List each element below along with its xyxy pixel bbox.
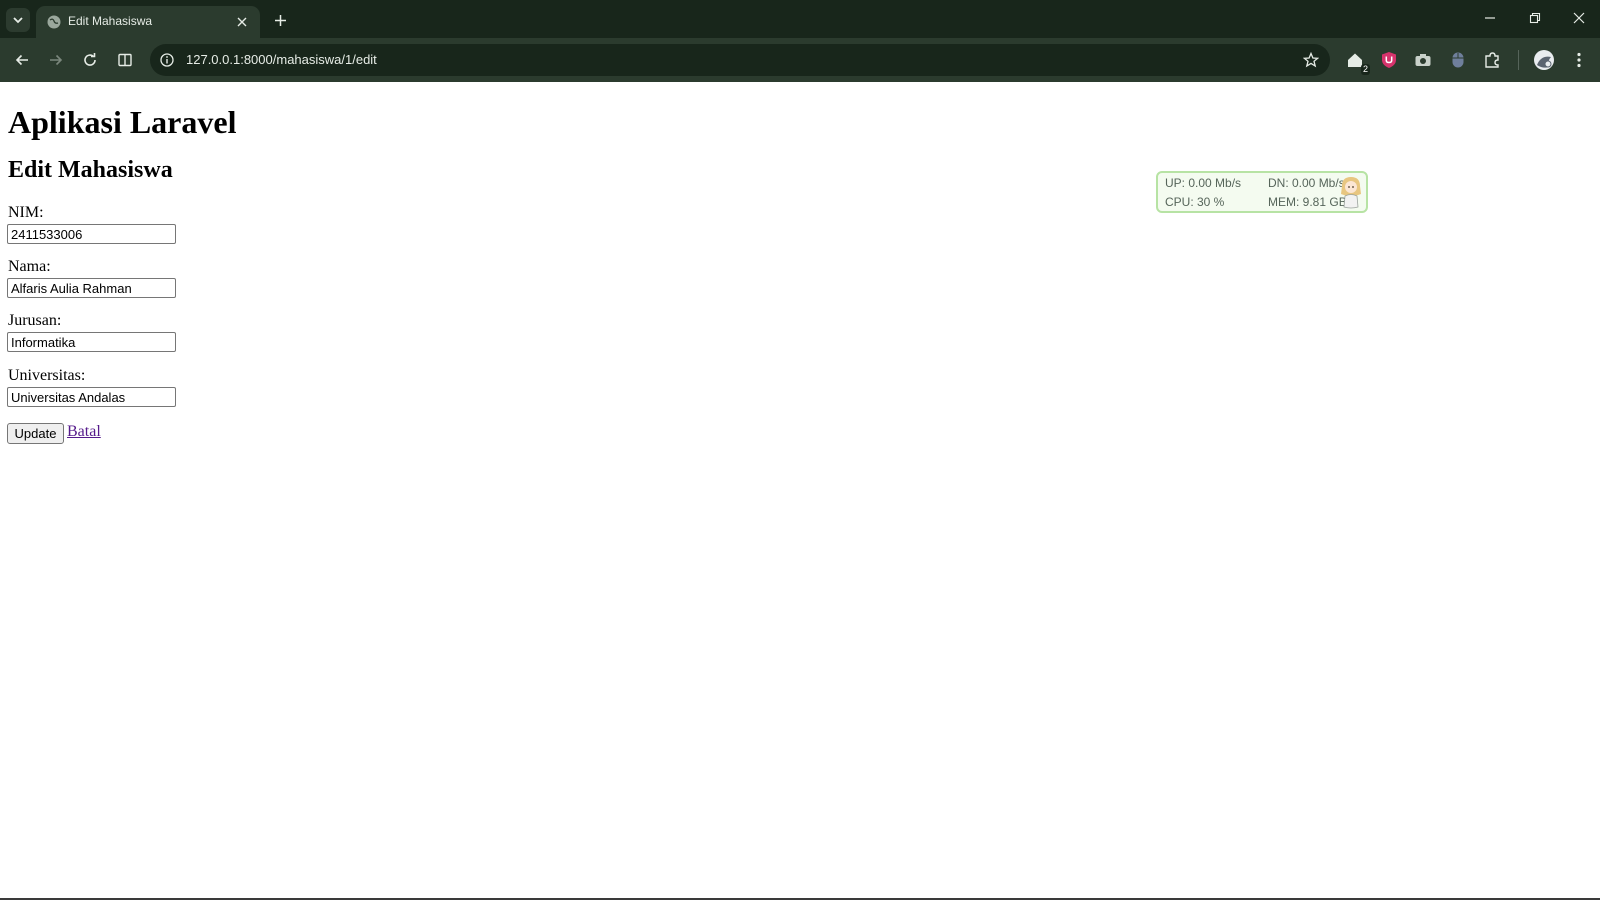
nim-label: NIM: <box>8 204 44 221</box>
url-text[interactable]: 127.0.0.1:8000/mahasiswa/1/edit <box>186 52 377 67</box>
nama-label: Nama: <box>8 258 51 275</box>
universitas-label: Universitas: <box>8 367 86 384</box>
puzzle-icon <box>1485 52 1499 68</box>
restore-button[interactable] <box>1523 8 1547 28</box>
jurusan-input[interactable] <box>7 332 176 352</box>
toolbar-divider <box>1518 50 1519 70</box>
star-icon <box>1303 52 1319 68</box>
tab-title: Edit Mahasiswa <box>68 14 153 28</box>
back-button[interactable] <box>10 48 34 72</box>
back-arrow-icon <box>15 54 28 66</box>
tab-list-icon <box>13 17 23 24</box>
mouse-extension-icon <box>1452 52 1464 68</box>
reload-button[interactable] <box>78 48 102 72</box>
nim-input[interactable] <box>7 224 176 244</box>
new-tab-button[interactable] <box>270 10 290 30</box>
plus-icon <box>274 14 286 26</box>
extensions-button[interactable] <box>1481 49 1503 71</box>
minimize-button[interactable] <box>1478 8 1502 28</box>
forward-arrow-icon <box>50 54 63 66</box>
network-monitor-widget[interactable]: UP: 0.00 Mb/s DN: 0.00 Mb/s CPU: 30 % ME… <box>1156 171 1368 213</box>
close-tab-button[interactable] <box>234 14 250 30</box>
restore-icon <box>1529 12 1541 24</box>
tab-strip: Edit Mahasiswa <box>0 0 1600 38</box>
browser-toolbar: 127.0.0.1:8000/mahasiswa/1/edit 2 <box>0 38 1600 82</box>
jurusan-label: Jurusan: <box>8 312 62 329</box>
shield-extension-button[interactable] <box>1378 49 1400 71</box>
info-icon <box>160 53 174 67</box>
reload-icon <box>84 53 96 66</box>
split-view-icon <box>118 53 132 67</box>
site-info-button[interactable] <box>158 51 176 69</box>
kebab-menu-icon <box>1577 52 1581 68</box>
universitas-input[interactable] <box>7 387 176 407</box>
home-extension-button[interactable]: 2 <box>1344 49 1370 75</box>
update-button[interactable]: Update <box>7 423 64 444</box>
tab-search-button[interactable] <box>6 8 30 32</box>
download-speed: DN: 0.00 Mb/s <box>1268 176 1345 190</box>
profile-avatar-icon <box>1534 50 1554 70</box>
shield-extension-icon <box>1382 52 1396 68</box>
upload-speed: UP: 0.00 Mb/s <box>1165 176 1242 190</box>
globe-icon <box>47 15 61 29</box>
extension-badge: 2 <box>1360 64 1370 75</box>
window-close-icon <box>1573 12 1585 24</box>
close-icon <box>237 17 247 27</box>
minimize-icon <box>1485 17 1495 19</box>
active-tab[interactable]: Edit Mahasiswa <box>36 6 260 38</box>
profile-button[interactable] <box>1532 48 1556 72</box>
memory-usage: MEM: 9.81 GB <box>1268 195 1347 209</box>
split-view-button[interactable] <box>113 48 137 72</box>
window-close-button[interactable] <box>1567 8 1591 28</box>
cancel-link[interactable]: Batal <box>67 423 101 441</box>
browser-menu-button[interactable] <box>1568 49 1590 71</box>
address-bar[interactable]: 127.0.0.1:8000/mahasiswa/1/edit <box>150 44 1330 76</box>
bookmark-button[interactable] <box>1302 51 1320 69</box>
camera-extension-icon <box>1415 54 1431 66</box>
camera-extension-button[interactable] <box>1412 49 1434 71</box>
mascot-icon <box>1341 177 1361 209</box>
nama-input[interactable] <box>7 278 176 298</box>
page-title: Edit Mahasiswa <box>8 157 173 183</box>
forward-button[interactable] <box>44 48 68 72</box>
app-heading: Aplikasi Laravel <box>8 104 237 140</box>
mouse-extension-button[interactable] <box>1447 49 1469 71</box>
cpu-usage: CPU: 30 % <box>1165 195 1225 209</box>
